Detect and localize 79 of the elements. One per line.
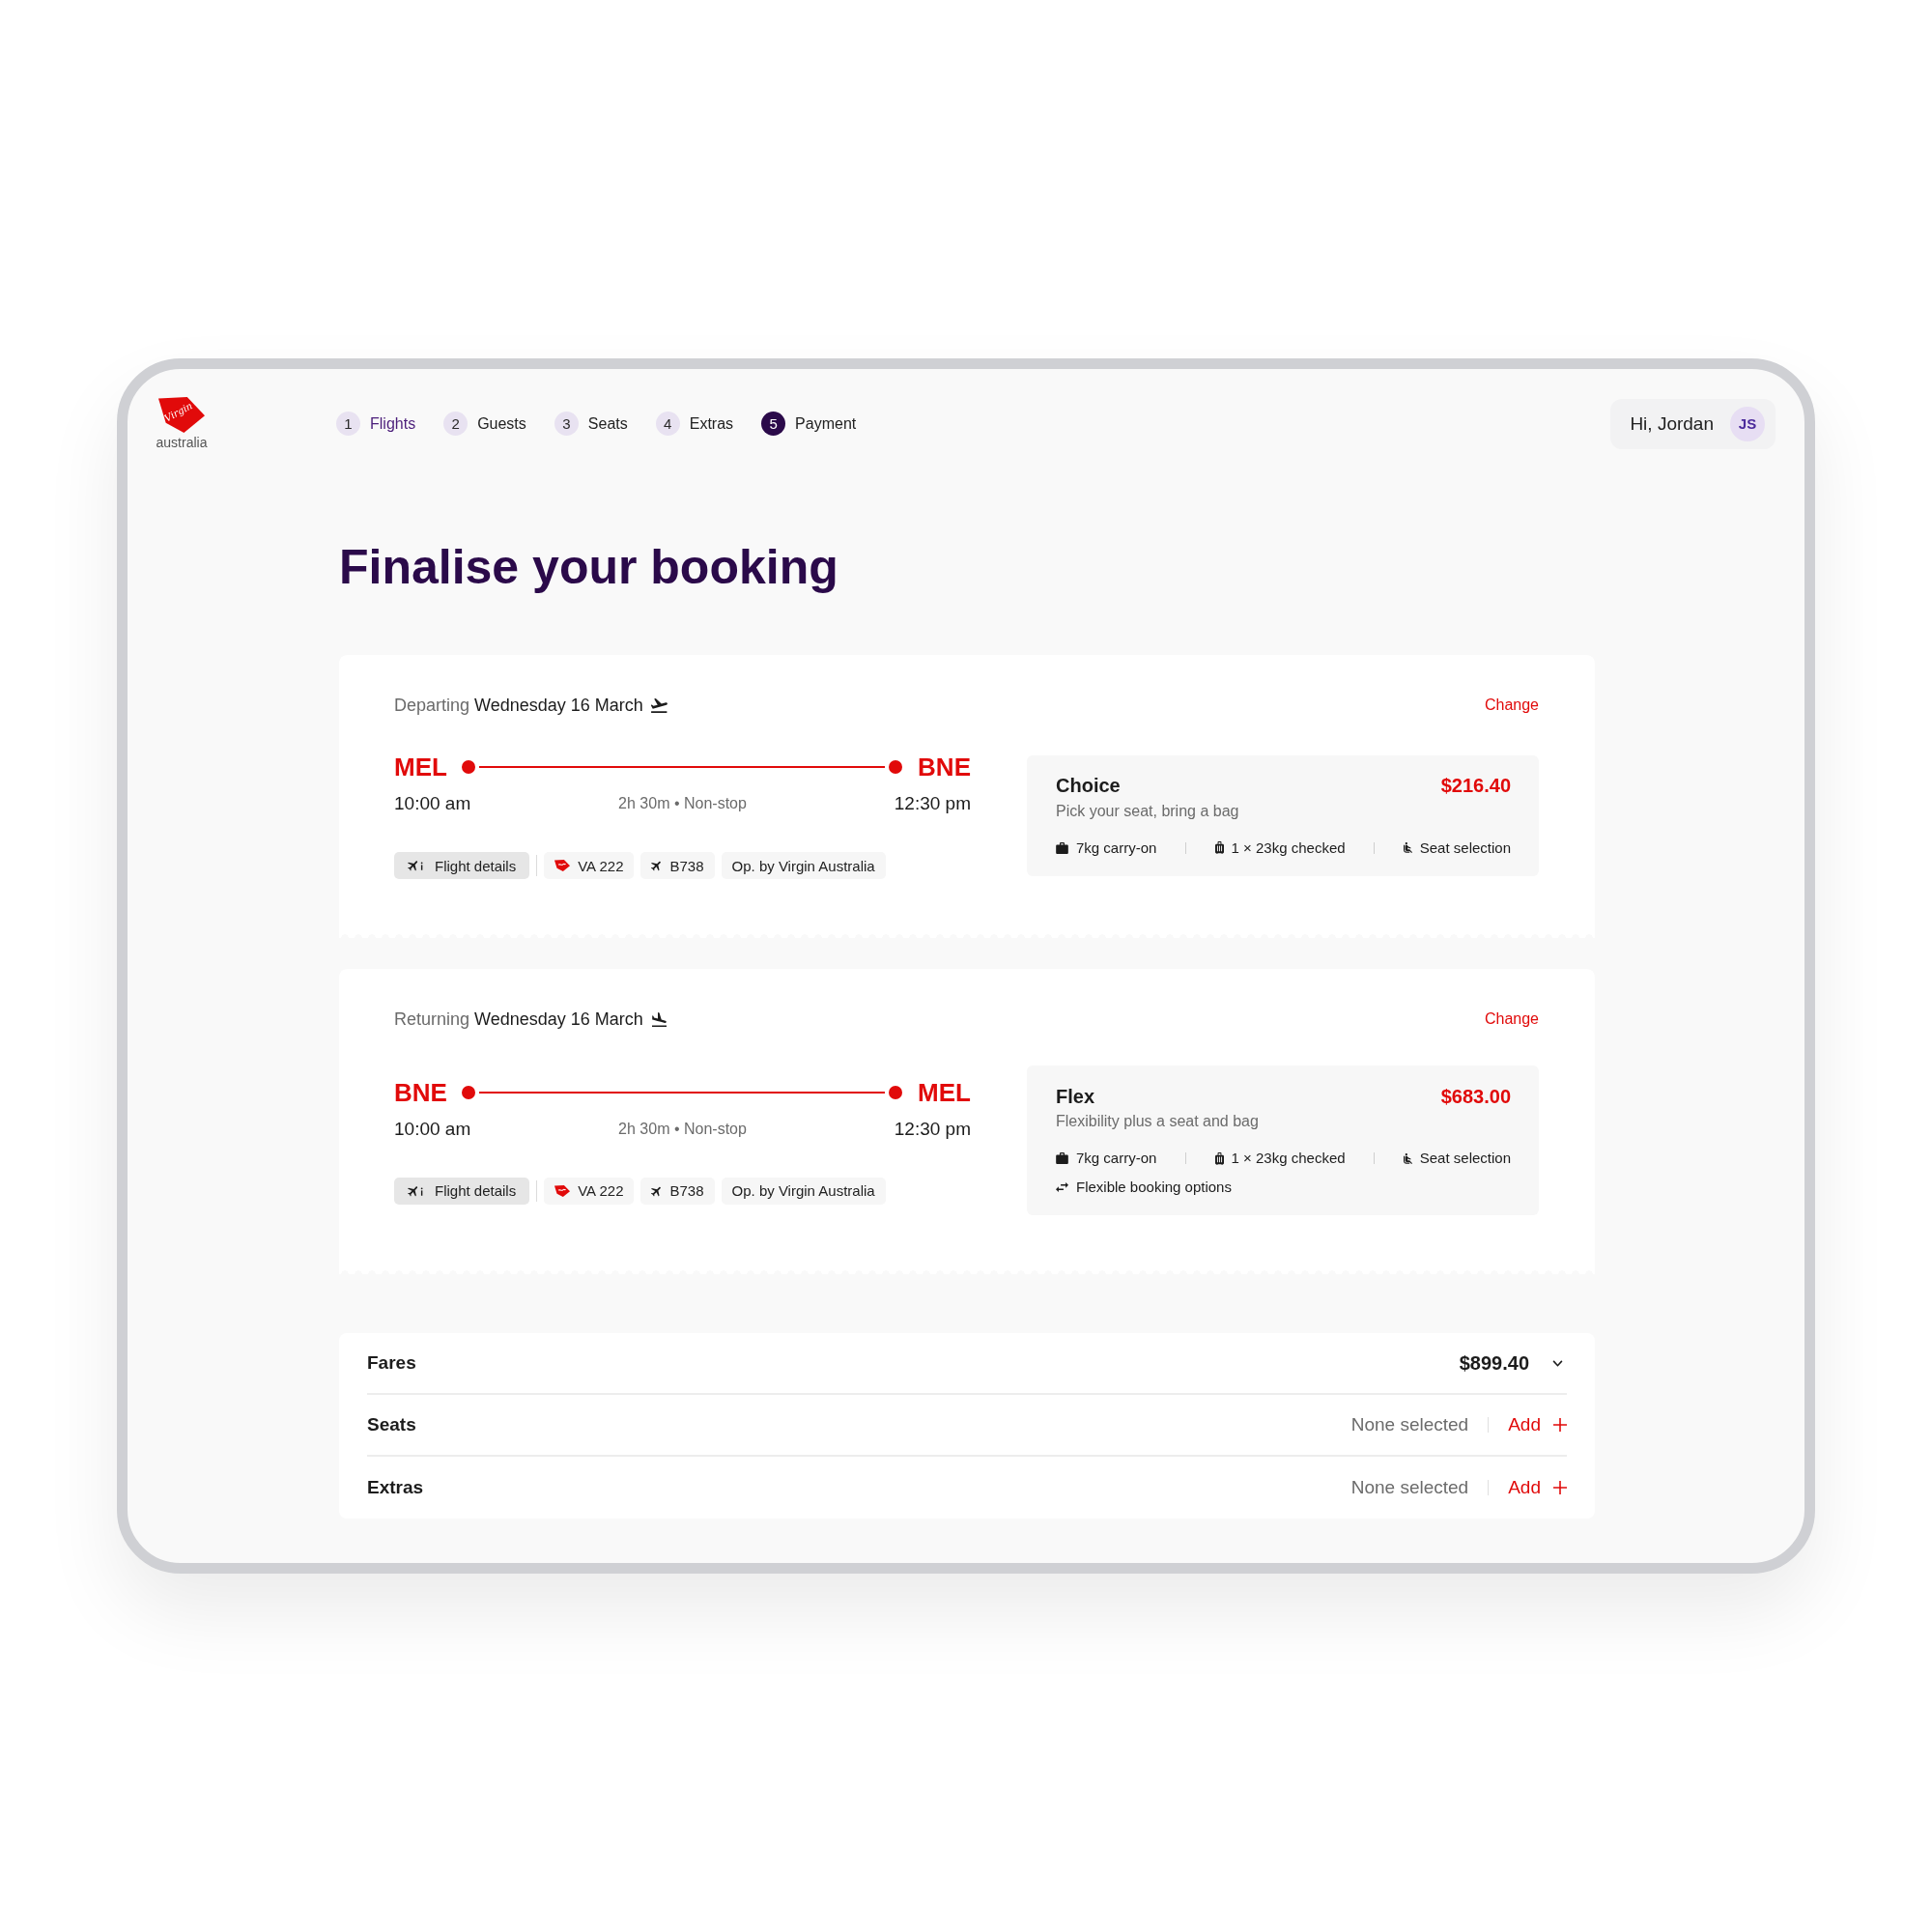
fare-price: $683.00: [1440, 1085, 1511, 1108]
dot-icon: [889, 1085, 903, 1099]
departure-time: 10:00 am: [394, 793, 471, 814]
step-number: 3: [554, 412, 579, 436]
step-number: 1: [336, 412, 360, 436]
flight-duration: 2h 30m • Non-stop: [618, 795, 747, 812]
fare-total: $899.40: [1459, 1351, 1529, 1375]
step-number: 2: [443, 412, 469, 436]
fare-description: Flexibility plus a seat and bag: [1056, 1112, 1260, 1131]
plus-icon: [1553, 1418, 1567, 1432]
avatar: JS: [1730, 406, 1765, 441]
flight-duration: 2h 30m • Non-stop: [618, 1120, 747, 1138]
selection-status: None selected: [1350, 1477, 1469, 1498]
flight-date: Wednesday 16 March: [474, 1009, 643, 1030]
step-number: 4: [655, 412, 680, 436]
flight-details-button[interactable]: Flight details: [394, 1177, 530, 1205]
summary-label: Extras: [367, 1477, 424, 1498]
aircraft-type: B738: [669, 857, 704, 874]
step-number: 5: [761, 412, 786, 436]
step-tab[interactable]: 1 Flights: [336, 412, 416, 436]
briefcase-icon: [1056, 841, 1068, 854]
add-button[interactable]: Add: [1508, 1477, 1567, 1498]
suitcase-icon: [1214, 841, 1224, 854]
flight-details-button[interactable]: Flight details: [394, 852, 530, 879]
plus-icon: [1553, 1481, 1567, 1494]
flight-number: VA 222: [578, 1182, 624, 1199]
swap-arrows-icon: [1056, 1181, 1068, 1193]
plane-info-icon: [408, 1184, 423, 1197]
change-link[interactable]: Change: [1484, 1010, 1539, 1028]
fare-feature: Flexible booking options: [1076, 1178, 1232, 1197]
suitcase-icon: [1214, 1151, 1224, 1165]
step-tab[interactable]: 3 Seats: [554, 412, 628, 436]
summary-label: Fares: [367, 1352, 416, 1374]
flight-number: VA 222: [578, 857, 624, 874]
arrival-time: 12:30 pm: [894, 793, 971, 814]
airport-code: MEL: [394, 752, 447, 782]
fare-name: Flex: [1056, 1085, 1095, 1108]
seat-icon: [1403, 841, 1412, 854]
plane-info-icon: [408, 860, 423, 871]
page-title: Finalise your booking: [339, 543, 839, 591]
landing-icon: [650, 1011, 668, 1027]
arrival-time: 12:30 pm: [894, 1118, 971, 1140]
fare-feature: Seat selection: [1419, 1149, 1511, 1168]
step-tab[interactable]: 2 Guests: [443, 412, 526, 436]
departure-time: 10:00 am: [394, 1118, 471, 1140]
dot-icon: [461, 1085, 475, 1099]
change-link[interactable]: Change: [1484, 696, 1539, 714]
fare-name: Choice: [1056, 775, 1121, 797]
fare-feature: 1 × 23kg checked: [1231, 1149, 1346, 1168]
direction-label: Returning: [394, 1009, 470, 1030]
operator-tag: Op. by Virgin Australia: [721, 1177, 886, 1205]
chevron-down-icon[interactable]: [1552, 1359, 1563, 1367]
flight-date: Wednesday 16 March: [474, 695, 643, 716]
airline-tail-icon: [554, 1184, 571, 1197]
fare-feature: 7kg carry-on: [1076, 1149, 1157, 1168]
user-menu[interactable]: Hi, Jordan JS: [1610, 398, 1776, 449]
takeoff-icon: [650, 697, 668, 713]
add-button[interactable]: Add: [1508, 1414, 1567, 1435]
airline-tail-icon: [554, 860, 571, 871]
summary-label: Seats: [367, 1414, 416, 1435]
fare-feature: Seat selection: [1419, 838, 1511, 858]
direction-label: Departing: [394, 695, 470, 716]
dot-icon: [889, 760, 903, 774]
fare-price: $216.40: [1440, 775, 1511, 797]
airport-code: MEL: [918, 1076, 971, 1108]
seat-icon: [1403, 1151, 1412, 1165]
step-tab[interactable]: 5 Payment: [761, 412, 857, 436]
fare-description: Pick your seat, bring a bag: [1056, 801, 1240, 821]
operator-tag: Op. by Virgin Australia: [721, 852, 886, 879]
fare-feature: 1 × 23kg checked: [1231, 838, 1346, 858]
aircraft-type: B738: [669, 1182, 704, 1199]
step-tab[interactable]: 4 Extras: [655, 412, 734, 436]
airport-code: BNE: [394, 1076, 447, 1108]
logo-wordmark: australia: [156, 435, 208, 450]
selection-status: None selected: [1350, 1414, 1469, 1435]
airport-code: BNE: [918, 752, 971, 782]
dot-icon: [461, 760, 475, 774]
briefcase-icon: [1056, 1152, 1068, 1164]
fare-feature: 7kg carry-on: [1076, 838, 1157, 858]
